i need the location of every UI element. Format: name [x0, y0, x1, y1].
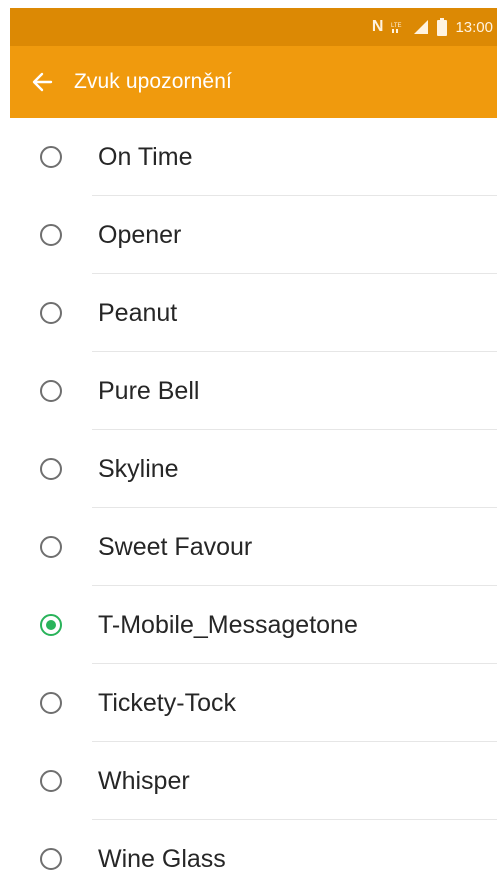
ringtone-label: Opener [98, 220, 182, 249]
ringtone-label: Wine Glass [98, 844, 226, 873]
nfc-icon: N [371, 18, 384, 35]
ringtone-label: Peanut [98, 298, 178, 327]
ringtone-label: T-Mobile_Messagetone [98, 610, 358, 639]
battery-icon [437, 18, 448, 36]
arrow-left-icon [32, 72, 53, 92]
screen: N LTE 13:00 Zvuk upozornění On Time Open… [0, 0, 497, 888]
radio-button[interactable] [40, 536, 62, 558]
status-clock: 13:00 [455, 18, 493, 36]
lte-icon: LTE [391, 18, 405, 36]
ringtone-item[interactable]: On Time [10, 118, 497, 196]
page-title: Zvuk upozornění [74, 70, 232, 93]
radio-button[interactable] [40, 770, 62, 792]
ringtone-item[interactable]: T-Mobile_Messagetone [10, 586, 497, 664]
ringtone-label: Skyline [98, 454, 179, 483]
ringtone-item[interactable]: Opener [10, 196, 497, 274]
ringtone-label: Sweet Favour [98, 532, 253, 561]
radio-button[interactable] [40, 848, 62, 870]
ringtone-label: Tickety-Tock [98, 688, 236, 717]
radio-button[interactable] [40, 146, 62, 168]
back-button[interactable] [10, 46, 74, 118]
ringtone-item[interactable]: Pure Bell [10, 352, 497, 430]
action-bar: Zvuk upozornění [10, 46, 497, 118]
ringtone-item[interactable]: Whisper [10, 742, 497, 820]
radio-button[interactable] [40, 458, 62, 480]
ringtone-item[interactable]: Skyline [10, 430, 497, 508]
radio-button[interactable] [40, 224, 62, 246]
ringtone-item[interactable]: Sweet Favour [10, 508, 497, 586]
radio-button[interactable] [40, 692, 62, 714]
status-bar: N LTE 13:00 [10, 8, 497, 46]
ringtone-label: Pure Bell [98, 376, 200, 405]
ringtone-list: On Time Opener Peanut Pure Bell Skyline Sweet… [10, 118, 497, 888]
signal-icon [413, 18, 429, 36]
radio-button-checked[interactable] [40, 614, 62, 636]
ringtone-label: Whisper [98, 766, 190, 795]
svg-text:LTE: LTE [391, 23, 402, 29]
radio-button[interactable] [40, 380, 62, 402]
ringtone-item[interactable]: Tickety-Tock [10, 664, 497, 742]
radio-button[interactable] [40, 302, 62, 324]
ringtone-item[interactable]: Wine Glass [10, 820, 497, 888]
ringtone-label: On Time [98, 142, 193, 171]
ringtone-item[interactable]: Peanut [10, 274, 497, 352]
